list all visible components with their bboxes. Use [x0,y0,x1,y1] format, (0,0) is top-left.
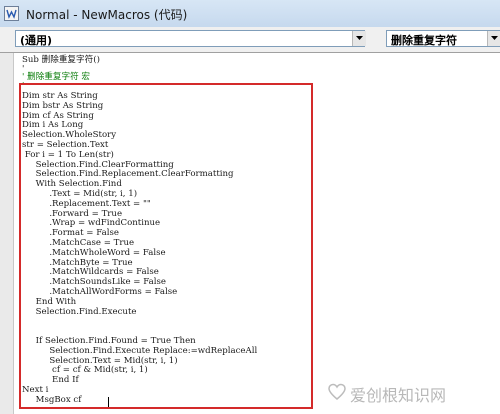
object-dropdown-value: (通用) [20,34,53,47]
watermark-logo-icon [328,383,346,405]
object-dropdown[interactable]: (通用) [15,30,366,47]
code-comment-line[interactable]: ' 删除重复字符 宏 [22,72,90,83]
chevron-down-icon[interactable] [352,31,366,46]
text-cursor [108,397,109,407]
watermark-text: 爱创根知识网 [350,386,447,405]
editor-margin-bar[interactable] [0,53,14,414]
procedure-dropdown-value: 删除重复字符 [391,34,457,47]
highlight-box [19,83,313,409]
chevron-down-icon[interactable] [487,31,500,46]
word-vba-icon [4,6,19,21]
window-title: Normal - NewMacros (代码) [26,8,188,22]
title-bar[interactable]: Normal - NewMacros (代码) [0,0,500,28]
code-combo-bar: (通用) 删除重复字符 [0,27,500,53]
code-sub-declaration[interactable]: Sub 删除重复字符() [22,55,100,66]
procedure-dropdown[interactable]: 删除重复字符 [386,30,500,47]
